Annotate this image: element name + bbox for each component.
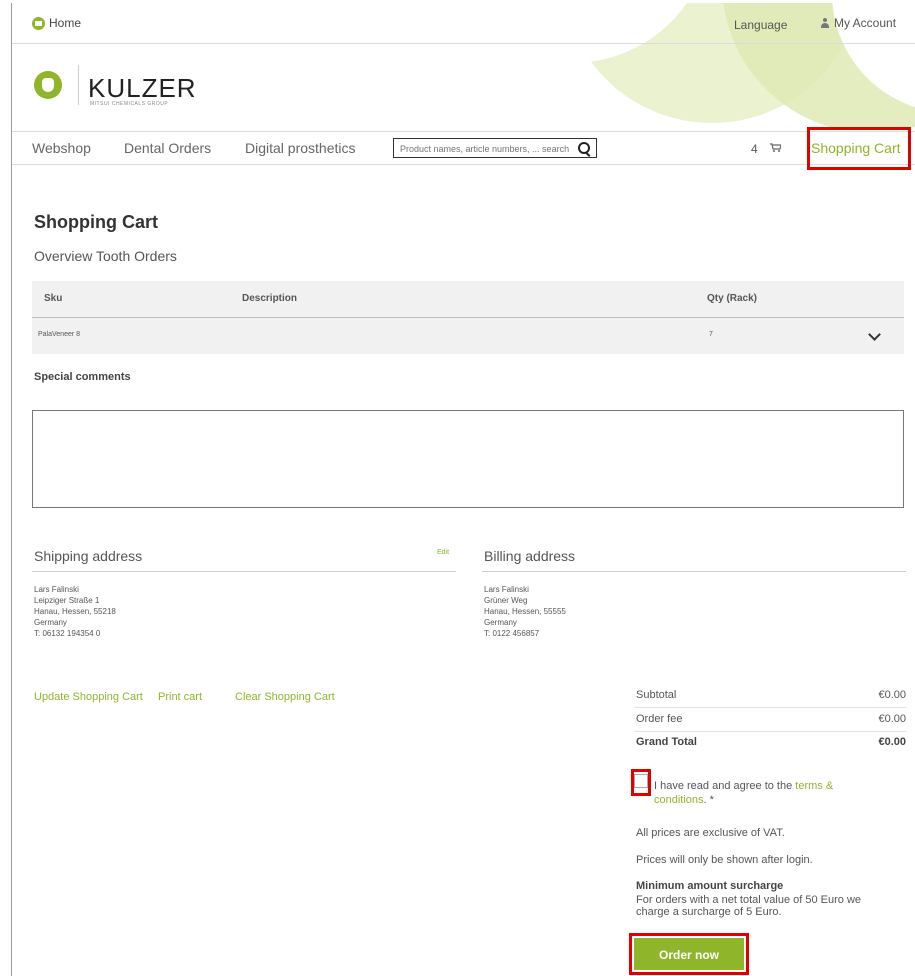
terms-statement: I have read and agree to the terms & con… xyxy=(654,779,884,807)
search-input[interactable] xyxy=(394,140,580,158)
edit-shipping-link[interactable]: Edit xyxy=(437,549,449,556)
totals-divider xyxy=(634,707,906,708)
cart-icon[interactable] xyxy=(770,143,781,152)
billing-line: Lars Falinski xyxy=(484,585,529,594)
clear-cart-link[interactable]: Clear Shopping Cart xyxy=(235,691,335,703)
cart-count: 4 xyxy=(751,142,758,156)
terms-suffix: . * xyxy=(703,794,714,806)
highlight-order-button xyxy=(629,933,749,975)
totals-divider xyxy=(634,731,906,732)
chevron-down-icon[interactable] xyxy=(868,328,881,341)
billing-address-title: Billing address xyxy=(484,548,576,564)
home-label: Home xyxy=(49,16,82,30)
special-comments-label: Special comments xyxy=(34,371,131,383)
home-link[interactable]: Home xyxy=(32,16,81,30)
my-account-label: My Account xyxy=(834,16,897,30)
table-row: PalaVeneer 8 7 xyxy=(32,318,904,354)
my-account-link[interactable]: My Account xyxy=(820,16,896,30)
logo-divider xyxy=(78,65,79,105)
vat-note: All prices are exclusive of VAT. xyxy=(636,827,785,839)
main-nav: Webshop Dental Orders Digital prosthetic… xyxy=(12,131,915,165)
surcharge-title: Minimum amount surcharge xyxy=(636,880,784,892)
shipping-address-title: Shipping address xyxy=(34,548,143,564)
print-cart-link[interactable]: Print cart xyxy=(158,691,202,703)
top-bar: Home Language My Account xyxy=(12,3,915,44)
page-frame: Home Language My Account KULZER MITSUI C… xyxy=(11,3,915,976)
home-icon xyxy=(32,16,45,30)
update-cart-link[interactable]: Update Shopping Cart xyxy=(34,691,143,703)
tooth-logo-icon xyxy=(34,71,62,99)
grand-total-value: €0.00 xyxy=(878,736,906,748)
column-sku: Sku xyxy=(44,293,63,304)
shipping-line: T: 06132 194354 0 xyxy=(34,629,101,638)
highlight-terms-checkbox xyxy=(631,769,651,796)
billing-address: Lars Falinski Grüner Weg Hanau, Hessen, … xyxy=(484,584,566,639)
nav-item-webshop[interactable]: Webshop xyxy=(32,140,91,156)
column-description: Description xyxy=(242,293,298,304)
brand-name: KULZER xyxy=(88,73,197,103)
column-qty: Qty (Rack) xyxy=(707,293,758,304)
shipping-line: Germany xyxy=(34,618,67,627)
billing-line: Hanau, Hessen, 55555 xyxy=(484,607,566,616)
page-subtitle: Overview Tooth Orders xyxy=(34,248,177,264)
nav-item-dental-orders[interactable]: Dental Orders xyxy=(124,140,211,156)
shipping-line: Hanau, Hessen, 55218 xyxy=(34,607,116,616)
shipping-line: Leipziger Straße 1 xyxy=(34,596,100,605)
surcharge-text: For orders with a net total value of 50 … xyxy=(636,894,862,918)
subtotal-label: Subtotal xyxy=(636,689,677,701)
shipping-line: Lars Falinski xyxy=(34,585,79,594)
order-fee-value: €0.00 xyxy=(878,713,906,725)
order-fee-label: Order fee xyxy=(636,713,683,725)
terms-prefix: I have read and agree to the xyxy=(654,780,796,792)
highlight-shopping-cart xyxy=(807,127,911,170)
row-qty: 7 xyxy=(709,331,713,338)
table-header: Sku Description Qty (Rack) xyxy=(32,281,904,318)
grand-total-label: Grand Total xyxy=(636,736,697,748)
special-comments-field[interactable] xyxy=(32,410,904,508)
billing-line: Grüner Weg xyxy=(484,596,528,605)
search-box xyxy=(393,138,597,158)
search-icon[interactable] xyxy=(578,142,590,154)
login-note: Prices will only be shown after login. xyxy=(636,854,813,866)
user-icon xyxy=(820,18,830,28)
billing-divider xyxy=(482,571,906,572)
language-link[interactable]: Language xyxy=(734,18,787,32)
row-sku: PalaVeneer 8 xyxy=(38,331,81,338)
subtotal-value: €0.00 xyxy=(878,689,906,701)
brand-tagline: MITSUI CHEMICALS GROUP xyxy=(90,101,169,107)
billing-line: T: 0122 456857 xyxy=(484,629,540,638)
billing-line: Germany xyxy=(484,618,517,627)
shipping-address: Lars Falinski Leipziger Straße 1 Hanau, … xyxy=(34,584,116,639)
shipping-divider xyxy=(32,571,456,572)
nav-item-digital-prosthetics[interactable]: Digital prosthetics xyxy=(245,140,356,156)
page-title: Shopping Cart xyxy=(34,212,158,232)
